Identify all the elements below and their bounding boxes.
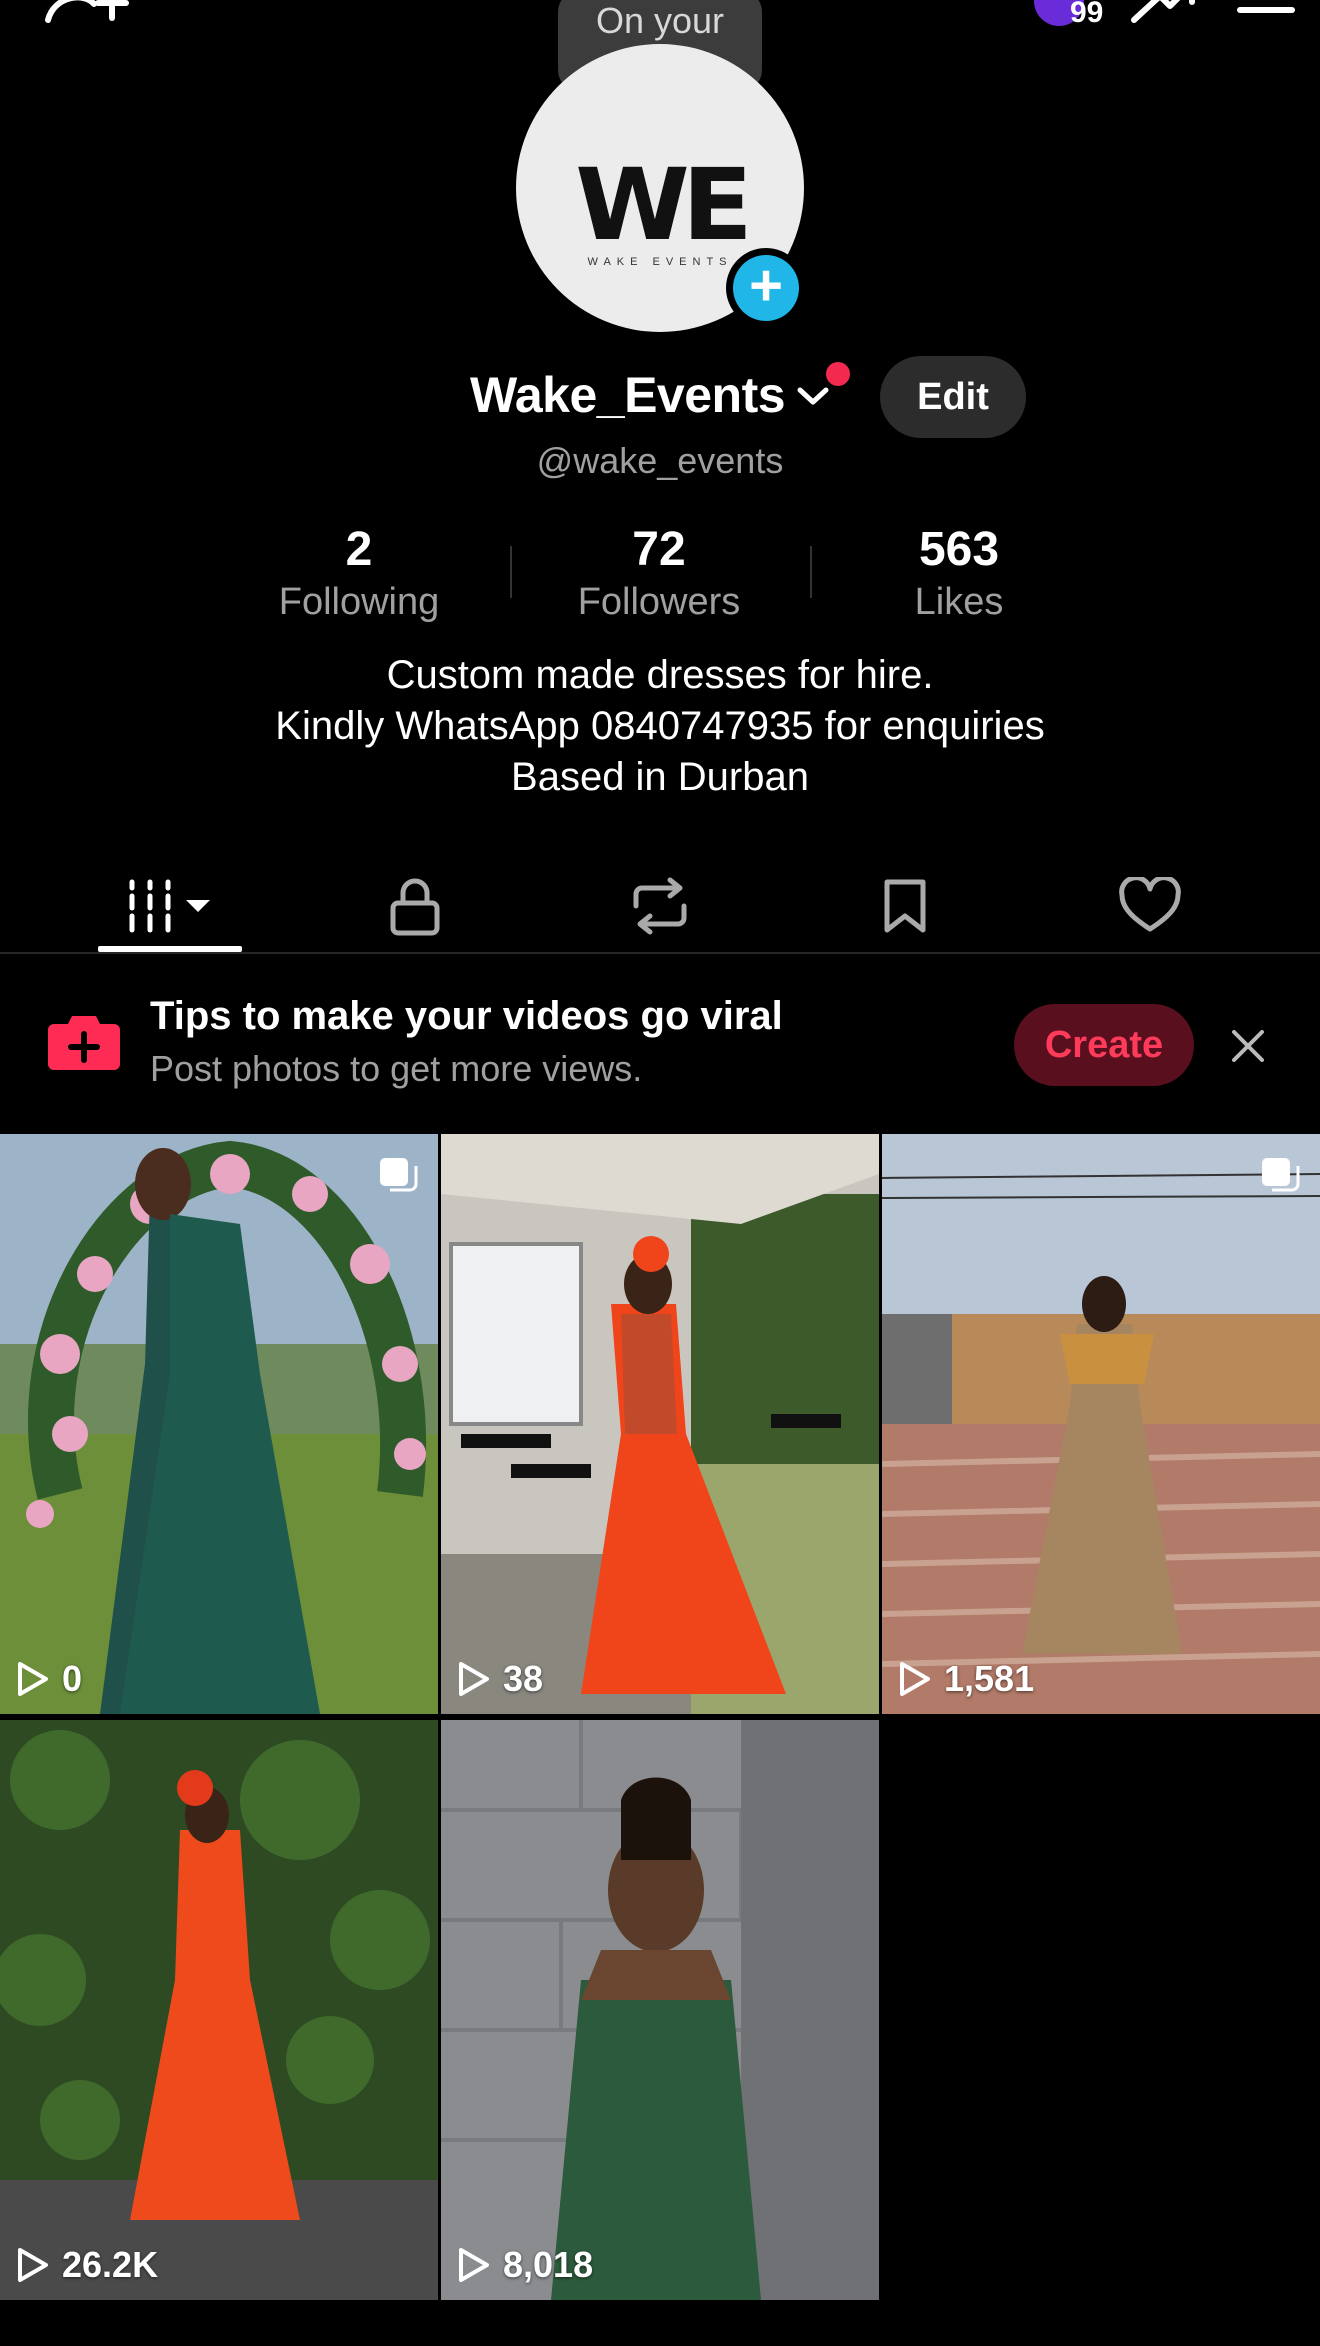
tab-private[interactable] (335, 858, 495, 954)
video-thumbnail (0, 1720, 438, 2300)
view-count-label: 1,581 (944, 1658, 1035, 1699)
tips-title: Tips to make your videos go viral (150, 994, 783, 1038)
view-count: 1,581 (898, 1658, 1034, 1700)
tips-subtitle: Post photos to get more views. (150, 1048, 643, 1089)
heart-icon (1119, 877, 1181, 932)
avatar-logo: WE (575, 147, 753, 263)
view-count: 38 (457, 1658, 543, 1700)
tab-videos[interactable] (90, 858, 250, 954)
stat-followers[interactable]: 72 Followers (549, 522, 769, 626)
stat-number: 72 (632, 523, 686, 576)
play-icon (459, 2248, 489, 2282)
tab-reposts[interactable] (580, 858, 740, 954)
video-grid: 0 38 1,581 26.2K 8,018 (0, 1134, 1320, 2300)
stat-likes[interactable]: 563 Likes (849, 522, 1069, 626)
edit-profile-button[interactable]: Edit (880, 356, 1026, 438)
video-tile[interactable]: 0 (0, 1134, 438, 1714)
menu-icon[interactable] (1236, 0, 1296, 26)
stat-following[interactable]: 2 Following (249, 522, 469, 626)
repost-icon (633, 877, 687, 935)
stat-divider (510, 546, 512, 598)
stat-label: Likes (914, 581, 1004, 623)
bio: Custom made dresses for hire. Kindly Wha… (0, 650, 1320, 803)
tips-banner: Tips to make your videos go viral Post p… (0, 956, 1320, 1132)
grid-icon (129, 879, 210, 933)
view-count: 8,018 (457, 2244, 593, 2286)
add-story-button[interactable]: + (726, 248, 806, 328)
tab-favorites[interactable] (825, 858, 985, 954)
video-thumbnail (441, 1134, 879, 1714)
multi-photo-icon (1262, 1158, 1300, 1192)
play-icon (18, 2248, 48, 2282)
bookmark-icon (884, 879, 926, 933)
tab-liked[interactable] (1070, 858, 1230, 954)
view-count-label: 38 (503, 1658, 544, 1699)
badge-count: 99 (1070, 0, 1104, 29)
name-row: Wake_Events Edit (0, 356, 1320, 440)
username[interactable]: Wake_Events (470, 366, 786, 424)
bio-line: Custom made dresses for hire. (386, 653, 934, 697)
video-tile[interactable]: 1,581 (882, 1134, 1320, 1714)
create-button[interactable]: Create (1014, 1004, 1194, 1086)
active-tab-indicator (98, 946, 242, 952)
video-tile[interactable]: 26.2K (0, 1720, 438, 2300)
chevron-down-icon[interactable] (796, 384, 830, 408)
video-thumbnail (441, 1720, 879, 2300)
play-icon (900, 1662, 930, 1696)
multi-photo-icon (380, 1158, 418, 1192)
stat-number: 2 (345, 523, 373, 576)
video-thumbnail (0, 1134, 438, 1714)
profile-stats: 2 Following 72 Followers 563 Likes (0, 522, 1320, 626)
lock-icon (390, 878, 440, 936)
share-icon[interactable] (1130, 0, 1196, 26)
view-count-label: 0 (62, 1658, 83, 1699)
view-count: 0 (16, 1658, 82, 1700)
view-count-label: 26.2K (62, 2244, 159, 2285)
stat-number: 563 (918, 523, 1000, 576)
person-add-icon[interactable] (40, 0, 130, 28)
stat-divider (810, 546, 812, 598)
play-icon (459, 1662, 489, 1696)
notification-badge[interactable]: 99 (1034, 0, 1103, 29)
play-icon (18, 1662, 48, 1696)
video-tile[interactable]: 38 (441, 1134, 879, 1714)
view-count-label: 8,018 (503, 2244, 594, 2285)
top-right-actions: 99 (1034, 0, 1296, 29)
handle: @wake_events (536, 440, 784, 481)
notification-dot (826, 362, 850, 386)
video-thumbnail (882, 1134, 1320, 1714)
view-count: 26.2K (16, 2244, 158, 2286)
bio-line: Kindly WhatsApp 0840747935 for enquiries (275, 704, 1045, 748)
stat-label: Followers (577, 581, 741, 623)
camera-plus-icon (48, 1016, 120, 1070)
stat-label: Following (278, 581, 440, 623)
close-icon[interactable] (1228, 1026, 1268, 1066)
profile-tabs (0, 858, 1320, 954)
plus-icon: + (733, 255, 799, 321)
bio-line: Based in Durban (511, 755, 809, 799)
video-tile[interactable]: 8,018 (441, 1720, 879, 2300)
